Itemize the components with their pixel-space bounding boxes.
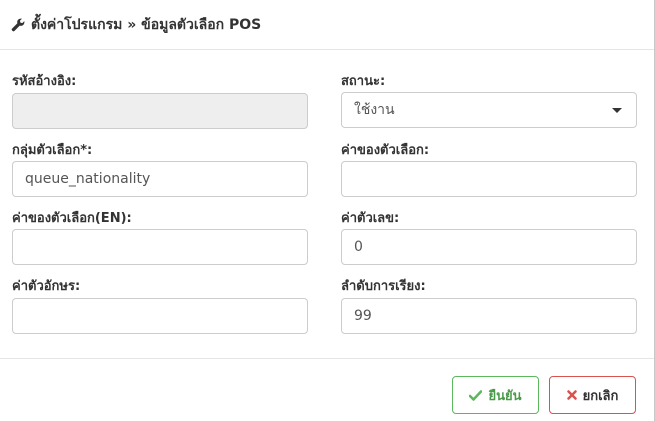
option-value-label: ค่าของตัวเลือก: [341,143,430,158]
cancel-button[interactable]: ยกเลิก [549,376,636,414]
numeric-value-input[interactable] [341,229,637,265]
sort-order-input[interactable] [341,298,637,334]
option-value-en-label: ค่าของตัวเลือก(EN): [12,211,132,226]
ref-code-label: รหัสอ้างอิง: [12,74,77,89]
check-icon [469,389,483,401]
modal-footer: ยืนยัน ยกเลิก [0,358,654,421]
confirm-button-label: ยืนยัน [488,387,522,403]
ref-code-input[interactable] [12,93,308,129]
option-value-en-input[interactable] [12,229,308,265]
status-label: สถานะ: [341,74,386,89]
modal-title-text: ตั้งค่าโปรแกรม » ข้อมูลตัวเลือก POS [31,16,262,33]
cancel-button-label: ยกเลิก [582,387,619,403]
text-value-input[interactable] [12,298,308,334]
option-group-label: กลุ่มตัวเลือก*: [12,143,93,158]
caret-down-icon [612,107,622,113]
modal-header: ตั้งค่าโปรแกรม » ข้อมูลตัวเลือก POS [0,0,654,50]
option-value-input[interactable] [341,161,637,197]
confirm-button[interactable]: ยืนยัน [452,376,539,414]
option-group-input[interactable] [12,161,308,197]
times-icon [566,390,577,400]
status-selected-value: ใช้งาน [354,102,395,118]
pos-option-modal: ตั้งค่าโปรแกรม » ข้อมูลตัวเลือก POS รหัส… [0,0,655,421]
modal-title: ตั้งค่าโปรแกรม » ข้อมูลตัวเลือก POS [11,14,261,36]
status-select[interactable]: ใช้งาน [341,92,637,128]
text-value-label: ค่าตัวอักษร: [12,279,81,294]
sort-order-label: ลำดับการเรียง: [341,279,426,294]
numeric-value-label: ค่าตัวเลข: [341,211,400,226]
wrench-icon [11,18,25,32]
